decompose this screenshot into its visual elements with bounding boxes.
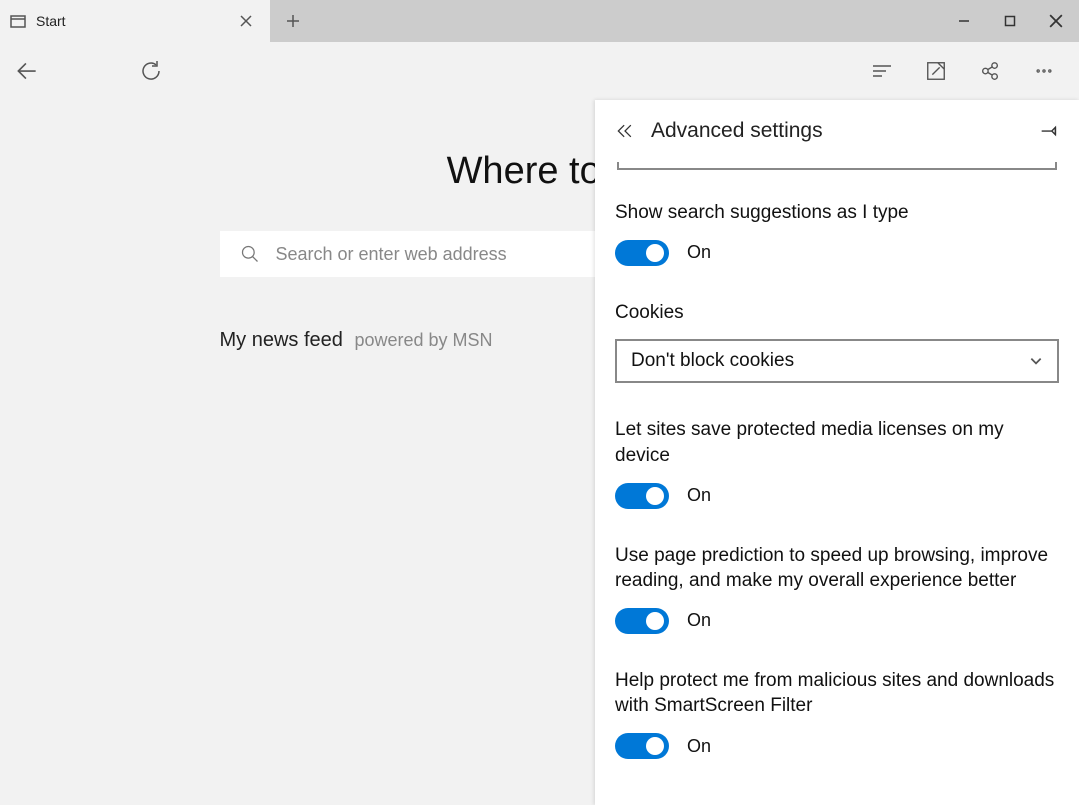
setting-label-media-licenses: Let sites save protected media licenses … [615, 417, 1059, 468]
toggle-state: On [687, 736, 711, 757]
maximize-button[interactable] [987, 0, 1033, 42]
toggle-state: On [687, 485, 711, 506]
toggle-page-prediction[interactable] [615, 608, 669, 634]
maximize-icon [1004, 15, 1016, 27]
close-icon [1049, 14, 1063, 28]
panel-header: Advanced settings [595, 100, 1079, 162]
pin-icon [1038, 120, 1060, 142]
back-button[interactable] [0, 42, 54, 100]
more-button[interactable] [1017, 42, 1071, 100]
lines-icon [870, 59, 894, 83]
minimize-button[interactable] [941, 0, 987, 42]
toggle-search-suggestions[interactable] [615, 240, 669, 266]
refresh-button[interactable] [124, 42, 178, 100]
share-button[interactable] [963, 42, 1017, 100]
setting-label-page-prediction: Use page prediction to speed up browsing… [615, 543, 1059, 594]
cookies-select[interactable]: Don't block cookies [615, 339, 1059, 383]
chevron-down-icon [1029, 354, 1043, 368]
panel-back-button[interactable] [613, 121, 637, 141]
title-bar: Start [0, 0, 1079, 42]
close-window-button[interactable] [1033, 0, 1079, 42]
minimize-icon [958, 15, 970, 27]
toggle-state: On [687, 242, 711, 263]
toolbar [0, 42, 1079, 100]
setting-label-search-suggestions: Show search suggestions as I type [615, 200, 1059, 226]
setting-label-smartscreen: Help protect me from malicious sites and… [615, 668, 1059, 719]
panel-title: Advanced settings [651, 119, 1037, 143]
new-tab-button[interactable] [270, 0, 316, 42]
window-controls [941, 0, 1079, 42]
previous-field-edge [617, 162, 1057, 170]
feed-title: My news feed [220, 329, 343, 351]
tab-title: Start [36, 13, 232, 29]
plus-icon [286, 14, 300, 28]
close-icon [240, 15, 252, 27]
toggle-media-licenses[interactable] [615, 483, 669, 509]
toggle-smartscreen[interactable] [615, 733, 669, 759]
refresh-icon [139, 59, 163, 83]
panel-body: Show search suggestions as I type On Coo… [595, 162, 1079, 805]
hub-button[interactable] [855, 42, 909, 100]
page-icon [10, 13, 26, 29]
tab-close-button[interactable] [232, 7, 260, 35]
search-icon [240, 244, 260, 264]
settings-panel: Advanced settings Show search suggestion… [595, 100, 1079, 805]
setting-label-cookies: Cookies [615, 300, 1059, 326]
note-icon [925, 60, 947, 82]
ellipsis-icon [1034, 61, 1054, 81]
panel-pin-button[interactable] [1037, 120, 1061, 142]
web-note-button[interactable] [909, 42, 963, 100]
feed-subtitle: powered by MSN [354, 330, 492, 350]
browser-tab[interactable]: Start [0, 0, 270, 42]
cookies-select-value: Don't block cookies [631, 350, 794, 372]
toggle-state: On [687, 610, 711, 631]
chevron-double-left-icon [615, 121, 635, 141]
share-icon [979, 60, 1001, 82]
arrow-left-icon [14, 58, 40, 84]
